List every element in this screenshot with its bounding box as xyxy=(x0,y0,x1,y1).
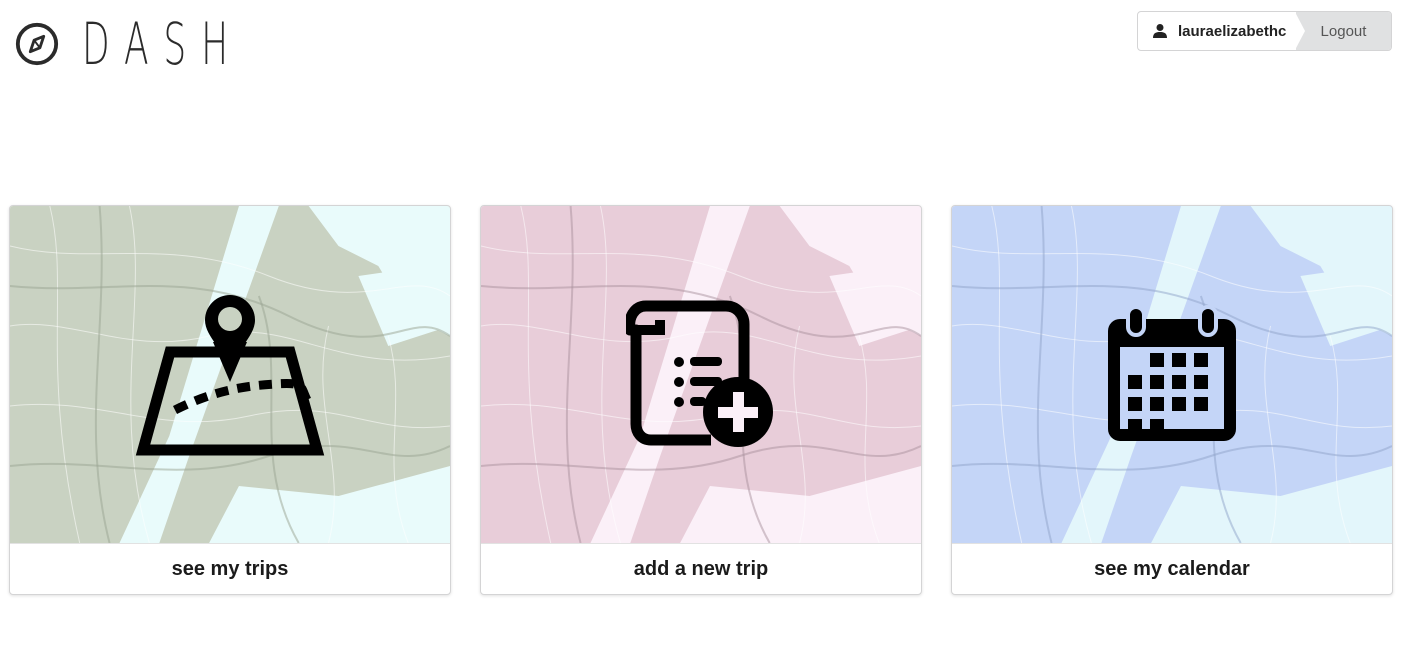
user-icon xyxy=(1153,24,1167,38)
card-label: see my calendar xyxy=(952,543,1392,594)
card-label: see my trips xyxy=(10,543,450,594)
user-info[interactable]: lauraelizabethc xyxy=(1138,12,1296,50)
logo-text: DASH xyxy=(82,10,244,78)
user-menu: lauraelizabethc Logout xyxy=(1137,11,1392,51)
card-label: add a new trip xyxy=(481,543,921,594)
see-my-calendar-card[interactable]: see my calendar xyxy=(951,205,1393,595)
logo[interactable]: DASH xyxy=(14,14,342,74)
calendar-icon xyxy=(1108,304,1236,441)
map-background xyxy=(481,206,921,543)
username: lauraelizabethc xyxy=(1178,22,1287,40)
add-a-new-trip-card[interactable]: add a new trip xyxy=(480,205,922,595)
map-route-icon xyxy=(135,294,325,455)
compass-icon xyxy=(15,22,59,66)
map-background xyxy=(10,206,450,543)
card-grid: see my trips add a new trip see my calen… xyxy=(9,205,1393,595)
map-background xyxy=(952,206,1392,543)
itinerary-add-icon xyxy=(626,300,773,447)
logout-button[interactable]: Logout xyxy=(1295,12,1391,50)
see-my-trips-card[interactable]: see my trips xyxy=(9,205,451,595)
